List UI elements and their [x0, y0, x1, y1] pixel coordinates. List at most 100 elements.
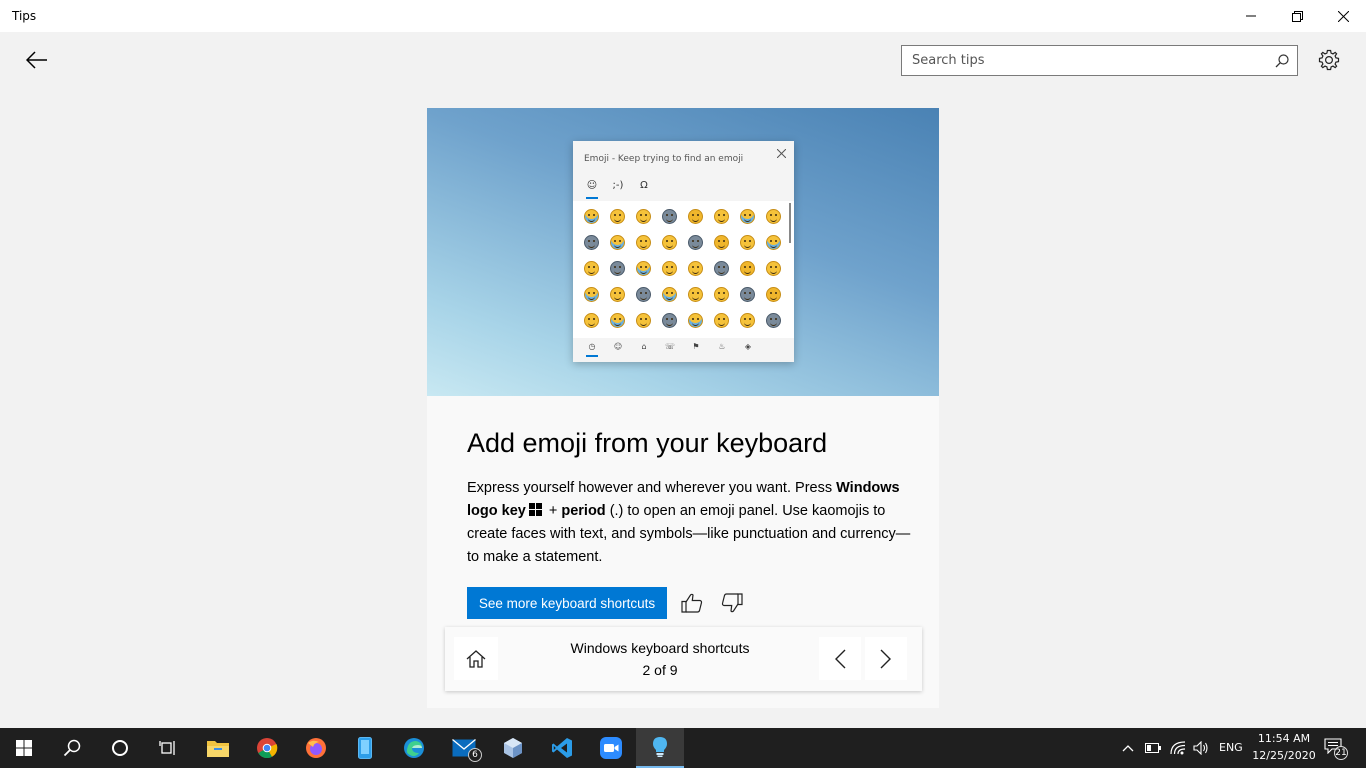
- network-button[interactable]: [1170, 740, 1186, 756]
- search-box[interactable]: [901, 45, 1298, 76]
- cortana-button[interactable]: [96, 728, 144, 768]
- dislike-button[interactable]: [718, 589, 746, 617]
- search-icon[interactable]: [1275, 53, 1289, 72]
- file-explorer-button[interactable]: [194, 728, 242, 768]
- notification-badge: 21: [1334, 746, 1348, 760]
- emoji-glyph: [766, 261, 781, 276]
- recent-category-icon: ◷: [588, 342, 596, 351]
- battery-button[interactable]: [1145, 740, 1161, 756]
- firefox-button[interactable]: [292, 728, 340, 768]
- emoji-grid: [573, 201, 794, 338]
- smiley-category-icon: ☺: [613, 342, 623, 351]
- emoji-glyph: [610, 287, 625, 302]
- speaker-icon: [1193, 741, 1208, 755]
- emoji-panel-title: Emoji - Keep trying to find an emoji: [584, 154, 744, 164]
- emoji-glyph: [584, 287, 599, 302]
- clock-date[interactable]: 12/25/2020: [1252, 749, 1316, 762]
- next-tip-button[interactable]: [865, 637, 907, 680]
- show-hidden-icons-button[interactable]: [1120, 740, 1136, 756]
- start-button[interactable]: [0, 728, 48, 768]
- battery-icon: [1145, 743, 1161, 753]
- action-center-button[interactable]: 21: [1322, 736, 1348, 760]
- restore-button[interactable]: [1274, 0, 1320, 32]
- emoji-glyph: [662, 235, 677, 250]
- task-view-icon: [159, 741, 175, 755]
- emoji-glyph: [740, 287, 755, 302]
- emoji-glyph: [688, 313, 703, 328]
- mail-badge: 6: [468, 748, 482, 762]
- minimize-button[interactable]: [1228, 0, 1274, 32]
- tip-body-period: period: [561, 502, 606, 519]
- windows-logo-icon: [16, 740, 32, 756]
- settings-button[interactable]: [1314, 45, 1344, 75]
- title-bar: Tips: [0, 0, 1366, 32]
- flag-category-icon: ⚑: [692, 342, 700, 351]
- emoji-glyph: [636, 261, 651, 276]
- emoji-glyph: [714, 287, 729, 302]
- minimize-icon: [1246, 15, 1256, 17]
- collection-nav: Windows keyboard shortcuts 2 of 9: [445, 627, 922, 691]
- video-camera-icon: [600, 737, 622, 759]
- back-button[interactable]: [20, 44, 54, 76]
- emoji-glyph: [610, 313, 625, 328]
- vscode-icon: [552, 738, 572, 758]
- input-language-button[interactable]: ENG: [1219, 741, 1243, 754]
- emoji-glyph: [766, 313, 781, 328]
- hero-image: Emoji - Keep trying to find an emoji ☺ ;…: [427, 108, 939, 396]
- search-taskbar-button[interactable]: [48, 728, 96, 768]
- volume-button[interactable]: [1193, 740, 1209, 756]
- chrome-button[interactable]: [243, 728, 291, 768]
- phone-app-button[interactable]: [341, 728, 389, 768]
- previous-tip-button[interactable]: [819, 637, 861, 680]
- home-icon: [466, 649, 486, 668]
- folder-icon: [207, 741, 229, 757]
- emoji-glyph: [636, 235, 651, 250]
- emoji-glyph: [714, 209, 729, 224]
- category-underline: [586, 355, 598, 357]
- zoom-button[interactable]: [587, 728, 635, 768]
- edge-icon: [404, 738, 424, 758]
- clock-time[interactable]: 11:54 AM: [1252, 732, 1316, 745]
- tips-app-button[interactable]: [636, 728, 684, 768]
- vscode-button[interactable]: [538, 728, 586, 768]
- edge-button[interactable]: [390, 728, 438, 768]
- emoji-glyph: [610, 235, 625, 250]
- task-view-button[interactable]: [144, 728, 192, 768]
- symbols-tab-icon: Ω: [640, 180, 648, 191]
- like-button[interactable]: [678, 589, 706, 617]
- tip-card: Emoji - Keep trying to find an emoji ☺ ;…: [427, 108, 939, 708]
- close-button[interactable]: [1320, 0, 1366, 32]
- search-input[interactable]: [902, 46, 1262, 75]
- emoji-tab-icon: ☺: [586, 180, 598, 191]
- tip-body: Express yourself however and wherever yo…: [467, 477, 917, 568]
- emoji-glyph: [662, 261, 677, 276]
- thumbs-up-icon: [681, 593, 703, 613]
- cube-icon: [504, 738, 522, 758]
- emoji-glyph: [766, 235, 781, 250]
- wifi-icon: [1170, 741, 1186, 755]
- see-more-shortcuts-button[interactable]: See more keyboard shortcuts: [467, 587, 667, 619]
- objects-category-icon: ☏: [664, 342, 675, 351]
- emoji-glyph: [714, 261, 729, 276]
- virtualbox-button[interactable]: [489, 728, 537, 768]
- scrollbar: [789, 203, 791, 243]
- mail-button[interactable]: 6: [440, 728, 488, 768]
- emoji-glyph: [610, 209, 625, 224]
- tip-body-text: Express yourself however and wherever yo…: [467, 480, 837, 496]
- emoji-glyph: [740, 235, 755, 250]
- emoji-glyph: [714, 313, 729, 328]
- lightbulb-icon: [653, 737, 667, 757]
- restore-icon: [1291, 10, 1303, 22]
- emoji-glyph: [714, 235, 729, 250]
- close-icon: [774, 146, 788, 160]
- emoji-glyph: [610, 261, 625, 276]
- close-icon: [1337, 10, 1349, 22]
- phone-icon: [358, 737, 372, 759]
- arrow-left-icon: [26, 51, 47, 69]
- chevron-right-icon: [880, 649, 891, 668]
- tab-underline: [586, 197, 598, 199]
- home-button[interactable]: [454, 637, 498, 680]
- emoji-panel-illustration: Emoji - Keep trying to find an emoji ☺ ;…: [573, 141, 794, 362]
- emoji-glyph: [688, 261, 703, 276]
- emoji-glyph: [688, 209, 703, 224]
